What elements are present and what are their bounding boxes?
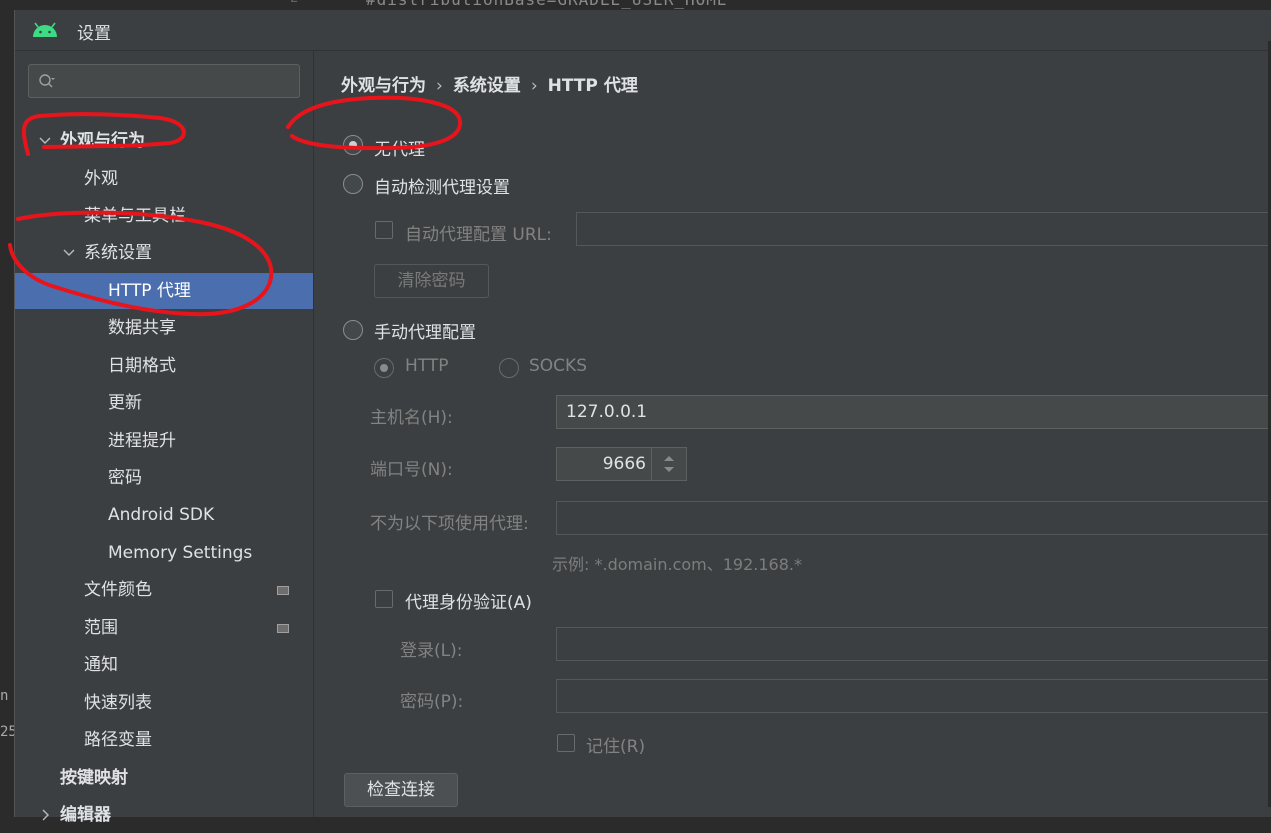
port-label: 端口号(N): bbox=[370, 460, 453, 480]
sidebar-item-label: 外观与行为 bbox=[60, 131, 145, 151]
proxy-type-socks-label: SOCKS bbox=[529, 356, 587, 376]
chevron-down-icon bbox=[63, 249, 75, 256]
sidebar-item-label: 通知 bbox=[84, 655, 118, 675]
title-bar: 设置 bbox=[15, 10, 1271, 51]
sidebar-item-label: 文件颜色 bbox=[84, 580, 152, 600]
host-field[interactable]: 127.0.0.1 bbox=[556, 395, 1271, 429]
breadcrumb-separator: › bbox=[530, 76, 538, 96]
sidebar-item-passwords[interactable]: 密码 bbox=[108, 460, 142, 496]
port-stepper[interactable]: 9666 bbox=[556, 447, 687, 481]
sidebar-item-data-sharing[interactable]: 数据共享 bbox=[108, 310, 176, 346]
sidebar-item-label: 菜单与工具栏 bbox=[84, 206, 186, 226]
sidebar-item-label: 范围 bbox=[84, 618, 118, 638]
spinner-arrows-icon[interactable] bbox=[651, 448, 686, 480]
sidebar-item-label: Android SDK bbox=[108, 505, 215, 525]
sidebar-item-appearance[interactable]: 外观 bbox=[84, 161, 118, 197]
password-label: 密码(P): bbox=[400, 692, 464, 712]
chevron-right-icon bbox=[42, 809, 49, 821]
sidebar-item-memory-settings[interactable]: Memory Settings bbox=[108, 535, 252, 571]
sidebar-item-label: 外观 bbox=[84, 169, 118, 189]
sidebar-item-label: 快速列表 bbox=[84, 693, 152, 713]
sidebar-item-keymap[interactable]: 按键映射 bbox=[60, 760, 128, 796]
sidebar-item-label: 更新 bbox=[108, 393, 142, 413]
port-value: 9666 bbox=[602, 454, 646, 474]
no-proxy-radio[interactable] bbox=[343, 135, 363, 155]
sidebar-item-date-formats[interactable]: 日期格式 bbox=[108, 348, 176, 384]
sidebar-item-label: 密码 bbox=[108, 468, 142, 488]
sidebar-item-updates[interactable]: 更新 bbox=[108, 385, 142, 421]
background-fragment: n bbox=[0, 688, 9, 704]
search-input[interactable] bbox=[28, 64, 300, 98]
sidebar-item-android-sdk[interactable]: Android SDK bbox=[108, 497, 214, 533]
project-level-icon bbox=[277, 586, 289, 595]
auto-config-url-checkbox[interactable] bbox=[375, 221, 393, 239]
auto-config-url-field[interactable] bbox=[576, 212, 1271, 246]
check-connection-button[interactable]: 检查连接 bbox=[344, 773, 458, 807]
sidebar-item-menus-toolbars[interactable]: 菜单与工具栏 bbox=[84, 198, 186, 234]
sidebar-item-system-settings[interactable]: 系统设置 bbox=[63, 235, 152, 271]
proxy-type-socks-radio[interactable] bbox=[499, 358, 519, 378]
manual-proxy-label[interactable]: 手动代理配置 bbox=[374, 318, 476, 343]
proxy-auth-label[interactable]: 代理身份验证(A) bbox=[405, 588, 532, 613]
breadcrumb-item: HTTP 代理 bbox=[547, 76, 638, 96]
sidebar-item-label: 进程提升 bbox=[108, 431, 176, 451]
sidebar-item-label: 编辑器 bbox=[60, 805, 111, 825]
sidebar-item-label: Memory Settings bbox=[108, 543, 253, 563]
sidebar-item-label: 日期格式 bbox=[108, 356, 176, 376]
search-icon bbox=[39, 74, 55, 88]
window-title: 设置 bbox=[77, 24, 111, 44]
auto-config-url-label: 自动代理配置 URL: bbox=[405, 225, 552, 245]
breadcrumb-item: 系统设置 bbox=[452, 76, 521, 96]
example-hint: 示例: *.domain.com、192.168.* bbox=[552, 555, 802, 574]
host-label: 主机名(H): bbox=[370, 408, 453, 428]
chevron-down-icon bbox=[39, 137, 51, 144]
no-proxy-for-label: 不为以下项使用代理: bbox=[370, 514, 529, 534]
proxy-type-http-radio[interactable] bbox=[374, 358, 394, 378]
sidebar-item-http-proxy[interactable]: HTTP 代理 bbox=[108, 273, 191, 309]
background-gutter: n 25 bbox=[0, 0, 17, 817]
line-number: 2 bbox=[290, 0, 298, 6]
proxy-auth-checkbox[interactable] bbox=[375, 590, 393, 608]
auto-detect-label[interactable]: 自动检测代理设置 bbox=[374, 173, 510, 198]
settings-dialog: 设置 外观与行为 外观 菜单与工具栏 系统设置 HTTP 代理 数据共享 日期格… bbox=[14, 10, 1271, 825]
no-proxy-for-field[interactable] bbox=[556, 501, 1271, 535]
auto-detect-radio[interactable] bbox=[343, 174, 363, 194]
sidebar-item-file-colors[interactable]: 文件颜色 bbox=[84, 572, 152, 608]
breadcrumb: 外观与行为 › 系统设置 › HTTP 代理 bbox=[341, 71, 638, 96]
password-field[interactable] bbox=[556, 679, 1271, 713]
login-label: 登录(L): bbox=[400, 641, 463, 661]
manual-proxy-radio[interactable] bbox=[343, 320, 363, 340]
proxy-type-http-label: HTTP bbox=[405, 356, 449, 376]
sidebar-item-label: 按键映射 bbox=[60, 768, 128, 788]
login-field[interactable] bbox=[556, 627, 1271, 661]
sidebar-item-label: HTTP 代理 bbox=[108, 281, 191, 301]
sidebar-item-editor[interactable]: 编辑器 bbox=[42, 797, 111, 833]
remember-checkbox[interactable] bbox=[557, 734, 575, 752]
android-icon bbox=[33, 22, 57, 37]
breadcrumb-separator: › bbox=[436, 76, 443, 96]
sidebar-item-label: 数据共享 bbox=[108, 318, 176, 338]
sidebar-item-scopes[interactable]: 范围 bbox=[84, 610, 118, 646]
project-level-icon bbox=[277, 624, 289, 633]
no-proxy-label[interactable]: 无代理 bbox=[374, 135, 425, 160]
sidebar-item-appearance-behavior[interactable]: 外观与行为 bbox=[39, 123, 145, 159]
background-code-line: #distributionBase=GRADLE_USER_HOME bbox=[366, 0, 728, 9]
sidebar-item-notifications[interactable]: 通知 bbox=[84, 647, 118, 683]
sidebar-item-label: 路径变量 bbox=[84, 730, 152, 750]
sidebar-item-process-elevation[interactable]: 进程提升 bbox=[108, 423, 176, 459]
breadcrumb-item: 外观与行为 bbox=[341, 76, 426, 96]
sidebar-item-label: 系统设置 bbox=[84, 243, 152, 263]
sidebar-item-quick-lists[interactable]: 快速列表 bbox=[84, 685, 152, 721]
http-proxy-panel: 外观与行为 › 系统设置 › HTTP 代理 无代理 自动检测代理设置 自动代理配置 U… bbox=[314, 51, 1271, 817]
sidebar-item-path-variables[interactable]: 路径变量 bbox=[84, 722, 152, 758]
settings-sidebar: 外观与行为 外观 菜单与工具栏 系统设置 HTTP 代理 数据共享 日期格式 更… bbox=[15, 51, 313, 825]
remember-label: 记住(R) bbox=[586, 737, 646, 757]
clear-password-button[interactable]: 清除密码 bbox=[374, 264, 489, 298]
